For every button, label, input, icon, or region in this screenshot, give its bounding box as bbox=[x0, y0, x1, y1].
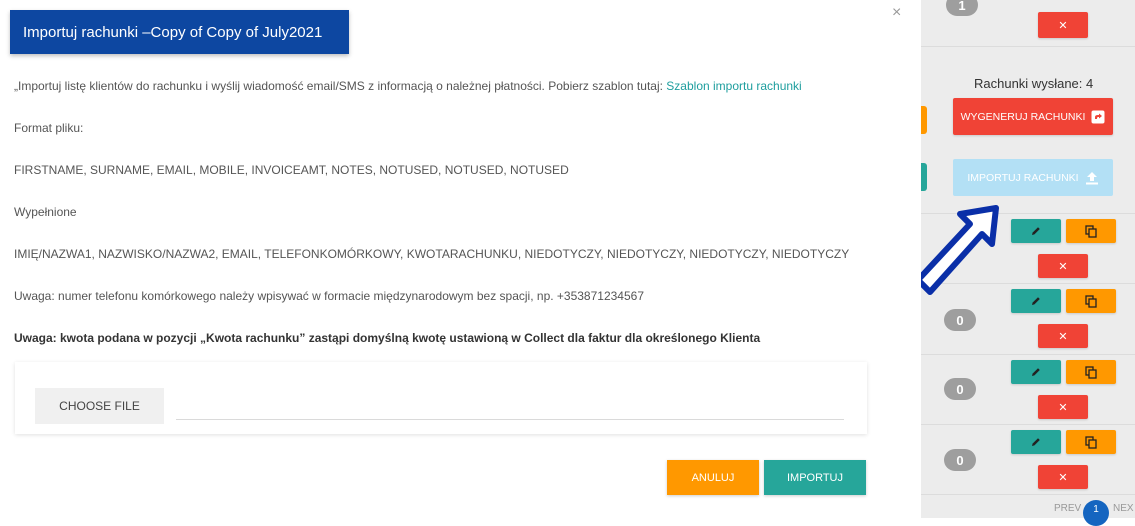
hidden-button-stub bbox=[921, 163, 927, 191]
cancel-button-label: ANULUJ bbox=[691, 471, 735, 484]
edit-button[interactable] bbox=[1011, 219, 1061, 243]
close-icon[interactable]: × bbox=[892, 4, 901, 22]
import-invoices-button[interactable]: IMPORTUJ RACHUNKI bbox=[953, 159, 1113, 196]
filled-columns: IMIĘ/NAZWA1, NAZWISKO/NAZWA2, EMAIL, TEL… bbox=[14, 247, 850, 261]
close-icon: ✕ bbox=[1058, 19, 1068, 32]
badge-value: 0 bbox=[956, 381, 964, 397]
edit-button[interactable] bbox=[1011, 430, 1061, 454]
pager-current-page[interactable]: 1 bbox=[1083, 500, 1109, 526]
format-columns: FIRSTNAME, SURNAME, EMAIL, MOBILE, INVOI… bbox=[14, 163, 569, 177]
count-badge: 1 bbox=[946, 0, 978, 16]
copy-button[interactable] bbox=[1066, 219, 1116, 243]
delete-button[interactable]: ✕ bbox=[1038, 465, 1088, 489]
format-label: Format pliku: bbox=[14, 121, 84, 135]
close-icon: ✕ bbox=[1058, 401, 1068, 414]
row-divider bbox=[921, 46, 1135, 47]
delete-button[interactable]: ✕ bbox=[1038, 324, 1088, 348]
row-divider bbox=[921, 354, 1135, 355]
close-icon: ✕ bbox=[1058, 260, 1068, 273]
copy-icon bbox=[1085, 294, 1097, 308]
template-download-link[interactable]: Szablon importu rachunki bbox=[666, 79, 801, 93]
generate-invoices-button[interactable]: WYGENERUJ RACHUNKI bbox=[953, 98, 1113, 135]
badge-value: 0 bbox=[956, 312, 964, 328]
arrow-icon bbox=[915, 205, 999, 295]
copy-button[interactable] bbox=[1066, 289, 1116, 313]
copy-icon bbox=[1085, 435, 1097, 449]
row-divider bbox=[921, 424, 1135, 425]
phone-format-note: Uwaga: numer telefonu komórkowego należy… bbox=[14, 289, 644, 303]
hidden-button-stub bbox=[921, 106, 927, 134]
choose-file-button[interactable]: CHOOSE FILE bbox=[35, 388, 164, 424]
close-icon: ✕ bbox=[1058, 471, 1068, 484]
import-invoices-dialog: Importuj rachunki –Copy of Copy of July2… bbox=[0, 0, 921, 518]
edit-button[interactable] bbox=[1011, 360, 1061, 384]
badge-value: 0 bbox=[956, 452, 964, 468]
copy-icon bbox=[1085, 224, 1097, 238]
pager-next[interactable]: NEX bbox=[1113, 503, 1134, 514]
pager-prev[interactable]: PREV bbox=[1054, 503, 1081, 514]
count-badge: 0 bbox=[944, 378, 976, 400]
file-path-input[interactable] bbox=[176, 419, 844, 420]
cancel-button[interactable]: ANULUJ bbox=[667, 460, 759, 495]
pencil-icon bbox=[1032, 297, 1040, 305]
pencil-icon bbox=[1032, 438, 1040, 446]
pencil-icon bbox=[1032, 227, 1040, 235]
copy-button[interactable] bbox=[1066, 360, 1116, 384]
badge-value: 1 bbox=[958, 0, 966, 13]
amount-override-note: Uwaga: kwota podana w pozycji „Kwota rac… bbox=[14, 331, 761, 345]
import-invoices-label: IMPORTUJ RACHUNKI bbox=[967, 171, 1079, 184]
delete-button[interactable]: ✕ bbox=[1038, 254, 1088, 278]
filled-label: Wypełnione bbox=[14, 205, 77, 219]
dialog-header: Importuj rachunki –Copy of Copy of July2… bbox=[10, 10, 349, 54]
copy-button[interactable] bbox=[1066, 430, 1116, 454]
import-button[interactable]: IMPORTUJ bbox=[764, 460, 866, 495]
delete-button[interactable]: ✕ bbox=[1038, 395, 1088, 419]
intro-text: „Importuj listę klientów do rachunku i w… bbox=[14, 79, 802, 93]
intro-text-content: „Importuj listę klientów do rachunku i w… bbox=[14, 79, 663, 93]
delete-button[interactable]: ✕ bbox=[1038, 12, 1088, 38]
share-icon bbox=[1091, 110, 1105, 124]
pager-page-number: 1 bbox=[1093, 504, 1099, 515]
pencil-icon bbox=[1032, 368, 1040, 376]
edit-button[interactable] bbox=[1011, 289, 1061, 313]
upload-icon bbox=[1085, 171, 1099, 185]
count-badge: 0 bbox=[944, 309, 976, 331]
import-button-label: IMPORTUJ bbox=[786, 471, 844, 484]
generate-invoices-label: WYGENERUJ RACHUNKI bbox=[960, 110, 1086, 123]
row-divider bbox=[921, 494, 1135, 495]
count-badge: 0 bbox=[944, 449, 976, 471]
copy-icon bbox=[1085, 365, 1097, 379]
invoices-sent-count: Rachunki wysłane: 4 bbox=[974, 76, 1094, 91]
file-upload-card: CHOOSE FILE bbox=[15, 362, 867, 434]
close-icon: ✕ bbox=[1058, 330, 1068, 343]
dialog-title: Importuj rachunki –Copy of Copy of July2… bbox=[23, 23, 323, 41]
